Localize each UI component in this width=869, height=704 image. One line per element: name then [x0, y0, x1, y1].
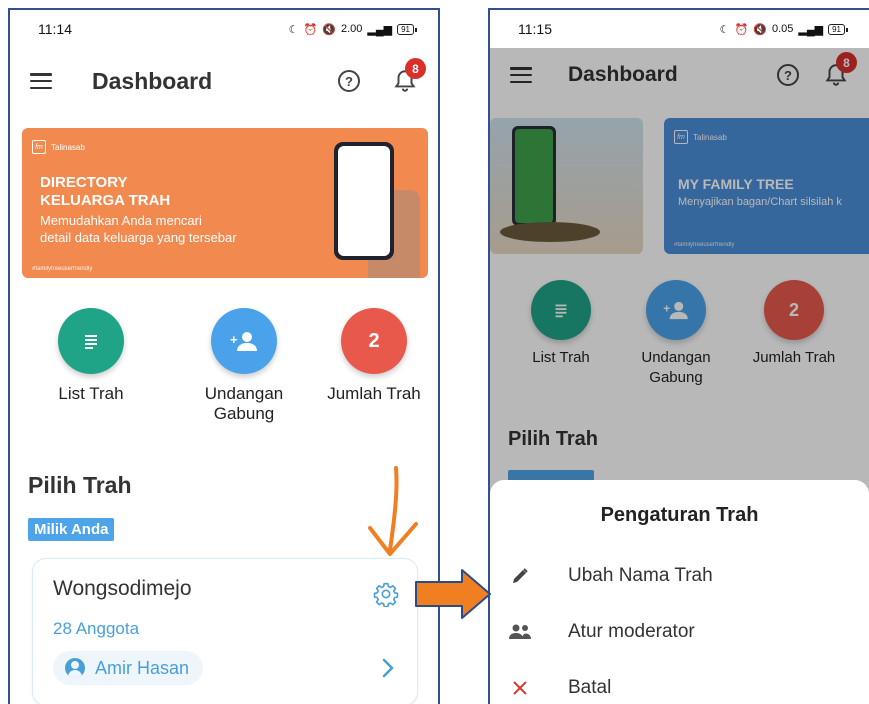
quick-actions: List Trah + Undangan Gabung 2 Jumlah Tra… — [10, 308, 438, 424]
phone-illustration — [334, 142, 394, 260]
list-trah-button[interactable]: List Trah — [516, 280, 606, 388]
banner-heading: DIRECTORY KELUARGA TRAH — [40, 174, 171, 209]
battery-icon: 91 — [828, 23, 848, 35]
rename-trah-option[interactable]: Ubah Nama Trah — [490, 554, 869, 598]
list-icon — [531, 280, 591, 340]
moon-icon: ☾ — [288, 23, 299, 36]
status-bar: 11:15 ☾ ⏰ 🔇 0.05 ▂▄▆ 91 — [490, 10, 869, 48]
page-title: Dashboard — [568, 63, 678, 86]
quick-actions: List Trah + Undangan Gabung 2 Jumlah Tra… — [490, 280, 869, 388]
add-person-icon: + — [211, 308, 277, 374]
notification-bell-icon[interactable]: 8 — [823, 52, 857, 88]
app-bar: Dashboard ? 8 — [10, 56, 438, 106]
phone-illustration — [512, 126, 556, 226]
alarm-icon: ⏰ — [734, 23, 749, 36]
status-time: 11:14 — [38, 21, 72, 37]
undangan-gabung-button[interactable]: + Undangan Gabung — [626, 280, 726, 388]
moderator-label: Atur moderator — [568, 621, 695, 642]
svg-text:+: + — [230, 332, 238, 347]
banner-heading: MY FAMILY TREE — [678, 176, 794, 192]
notification-bell-icon[interactable]: 8 — [392, 58, 426, 94]
island-illustration — [500, 222, 600, 242]
logo-icon: fm — [32, 140, 46, 154]
settings-bottom-sheet: Pengaturan Trah Ubah Nama Trah Atur mode… — [490, 480, 869, 704]
notification-badge: 8 — [405, 58, 426, 79]
help-icon[interactable]: ? — [338, 70, 360, 92]
status-icons: ☾ ⏰ 🔇 0.05 ▂▄▆ 91 — [719, 23, 848, 36]
people-icon — [508, 623, 532, 641]
chevron-right-icon[interactable] — [381, 657, 395, 679]
trah-count: 2 — [764, 280, 824, 340]
battery-icon: 91 — [397, 23, 417, 35]
right-screenshot: 11:15 ☾ ⏰ 🔇 0.05 ▂▄▆ 91 Dashboard ? 8 fm… — [488, 8, 869, 704]
trah-name: Wongsodimejo — [53, 577, 192, 600]
mute-icon: 🔇 — [753, 23, 767, 36]
menu-icon[interactable] — [30, 73, 52, 89]
jumlah-trah-label: Jumlah Trah — [752, 349, 836, 366]
jumlah-trah-button[interactable]: 2 Jumlah Trah — [314, 308, 434, 424]
alarm-icon: ⏰ — [303, 23, 318, 36]
owned-badge: Milik Anda — [28, 518, 115, 541]
left-screenshot: 11:14 ☾ ⏰ 🔇 2.00 ▂▄▆ 91 Dashboard ? 8 fm… — [8, 8, 440, 704]
user-icon — [65, 658, 85, 678]
signal-icon: ▂▄▆ — [798, 23, 824, 36]
pencil-icon — [508, 566, 532, 586]
member-count: 28 Anggota — [53, 619, 140, 638]
sheet-title: Pengaturan Trah — [600, 504, 759, 526]
banner-hashtag: #familytreeuserfriendly — [674, 242, 735, 248]
mute-icon: 🔇 — [322, 23, 336, 36]
network-speed: 2.00 — [340, 23, 363, 35]
page-title: Dashboard — [92, 67, 213, 94]
gear-icon[interactable] — [373, 581, 399, 607]
owner-name: Amir Hasan — [95, 657, 190, 678]
brand-name: Talinasab — [51, 142, 85, 152]
cancel-label: Batal — [568, 677, 612, 698]
brand-logo: fm Talinasab — [674, 130, 727, 144]
trah-count: 2 — [341, 308, 407, 374]
undangan-gabung-button[interactable]: + Undangan Gabung — [186, 308, 302, 424]
undangan-gabung-label: Undangan Gabung — [204, 384, 284, 423]
add-person-icon: + — [646, 280, 706, 340]
section-title: Pilih Trah — [508, 428, 599, 450]
status-icons: ☾ ⏰ 🔇 2.00 ▂▄▆ 91 — [288, 23, 417, 36]
owner-chip: Amir Hasan — [53, 651, 204, 685]
jumlah-trah-button[interactable]: 2 Jumlah Trah — [744, 280, 844, 388]
trah-card[interactable]: Wongsodimejo 28 Anggota Amir Hasan — [32, 558, 418, 704]
rename-trah-label: Ubah Nama Trah — [568, 565, 713, 586]
list-trah-label: List Trah — [58, 384, 124, 403]
status-bar: 11:14 ☾ ⏰ 🔇 2.00 ▂▄▆ 91 — [10, 10, 438, 48]
banner-subtitle: Memudahkan Anda mencari detail data kelu… — [40, 213, 237, 245]
section-title: Pilih Trah — [28, 472, 132, 498]
undangan-gabung-label: Undangan Gabung — [641, 349, 711, 386]
menu-icon[interactable] — [510, 67, 532, 83]
promo-banner-photo[interactable] — [490, 118, 643, 254]
network-speed: 0.05 — [771, 23, 794, 35]
brand-logo: fm Talinasab — [32, 140, 85, 154]
svg-text:+: + — [663, 302, 670, 316]
logo-icon: fm — [674, 130, 688, 144]
banner-hashtag: #familytreeuserfriendly — [32, 266, 93, 272]
brand-name: Talinasab — [693, 132, 727, 142]
moderator-option[interactable]: Atur moderator — [490, 610, 869, 654]
jumlah-trah-label: Jumlah Trah — [327, 384, 421, 403]
list-trah-label: List Trah — [532, 349, 590, 366]
list-trah-button[interactable]: List Trah — [48, 308, 134, 424]
signal-icon: ▂▄▆ — [367, 23, 393, 36]
cancel-option[interactable]: Batal — [490, 666, 869, 704]
status-time: 11:15 — [518, 21, 552, 37]
notification-badge: 8 — [836, 52, 857, 73]
promo-banner[interactable]: fm Talinasab DIRECTORY KELUARGA TRAH Mem… — [22, 128, 428, 278]
promo-banner[interactable]: fm Talinasab MY FAMILY TREE Menyajikan b… — [664, 118, 869, 254]
help-icon[interactable]: ? — [777, 64, 799, 86]
list-icon — [58, 308, 124, 374]
close-icon — [508, 680, 532, 696]
app-bar: Dashboard ? 8 — [490, 50, 869, 100]
moon-icon: ☾ — [719, 23, 730, 36]
banner-subtitle: Menyajikan bagan/Chart silsilah k — [678, 196, 842, 208]
tutorial-composite: 11:14 ☾ ⏰ 🔇 2.00 ▂▄▆ 91 Dashboard ? 8 fm… — [0, 0, 869, 704]
